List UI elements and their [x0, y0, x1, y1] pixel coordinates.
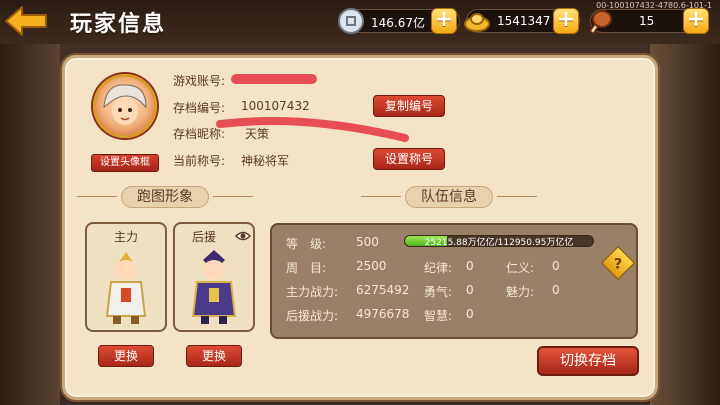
save-id-value: 100107432 — [241, 99, 310, 113]
player-info-panel: 设置头像框 游戏账号: 存档编号: 100107432 复制编号 存档昵称: 天… — [62, 55, 658, 400]
run-image-title: 跑图形象 — [77, 186, 253, 208]
team-info-box: 等 级: 500 25215.88万亿亿/112950.95万亿亿 周 目: 2… — [270, 223, 638, 339]
charm-value: 0 — [552, 283, 560, 297]
top-bar: 玩家信息 00-100107432-4780.6-101-1 146.67亿 +… — [0, 0, 720, 44]
main-character-label: 主力 — [113, 230, 138, 244]
switch-save-button[interactable]: 切换存档 — [537, 346, 639, 376]
avatar-portrait — [103, 84, 147, 125]
support-character-sprite — [191, 250, 237, 324]
redaction-mark — [231, 74, 317, 84]
add-stamina-button[interactable]: + — [683, 8, 709, 34]
back-arrow-icon[interactable] — [4, 5, 48, 37]
support-character-label: 后援 — [191, 230, 216, 244]
add-gold-button[interactable]: + — [553, 8, 579, 34]
add-silver-button[interactable]: + — [431, 8, 457, 34]
stamina-value: 15 — [639, 14, 655, 28]
silver-coin-icon — [338, 8, 364, 34]
help-icon: ? — [613, 256, 623, 273]
player-avatar[interactable] — [93, 74, 157, 138]
main-power-value: 6275492 — [356, 283, 410, 297]
resource-gold: 1541347 + — [464, 8, 580, 34]
charm-label: 魅力: — [506, 285, 535, 299]
xp-bar: 25215.88万亿亿/112950.95万亿亿 — [404, 235, 594, 247]
level-label: 等 级: — [286, 237, 327, 251]
silver-value: 146.67亿 — [371, 16, 425, 30]
swap-main-button[interactable]: 更换 — [98, 345, 154, 367]
support-power-value: 4976678 — [356, 307, 410, 321]
main-power-label: 主力战力: — [286, 285, 339, 299]
main-character-sprite — [105, 252, 147, 324]
set-avatar-frame-button[interactable]: 设置头像框 — [91, 154, 159, 172]
redaction-stroke — [216, 117, 409, 142]
support-power-label: 后援战力: — [286, 309, 339, 323]
wisdom-value: 0 — [466, 307, 474, 321]
team-info-title: 队伍信息 — [361, 186, 537, 208]
discipline-label: 纪律: — [424, 261, 453, 275]
title-label: 当前称号: — [173, 154, 226, 168]
title-value: 神秘将军 — [241, 154, 290, 168]
round-label: 周 目: — [286, 261, 327, 275]
account-label: 游戏账号: — [173, 74, 226, 88]
copy-id-button[interactable]: 复制编号 — [373, 95, 445, 117]
eye-icon[interactable] — [235, 230, 251, 242]
drumstick-icon — [589, 10, 612, 35]
support-character-card[interactable]: 后援 — [173, 222, 255, 332]
wisdom-label: 智慧: — [424, 309, 453, 323]
swap-support-button[interactable]: 更换 — [186, 345, 242, 367]
benevolence-label: 仁义: — [506, 261, 535, 275]
resource-stamina: 15 + — [589, 8, 709, 35]
gold-ingot-icon — [464, 13, 490, 32]
background-left — [0, 40, 60, 405]
xp-text: 25215.88万亿亿/112950.95万亿亿 — [424, 238, 574, 247]
round-value: 2500 — [356, 259, 387, 273]
background-right — [650, 40, 720, 405]
level-value: 500 — [356, 235, 379, 249]
save-id-label: 存档编号: — [173, 101, 226, 115]
benevolence-value: 0 — [552, 259, 560, 273]
courage-label: 勇气: — [424, 285, 453, 299]
help-button[interactable]: ? — [601, 246, 635, 280]
set-title-button[interactable]: 设置称号 — [373, 148, 445, 170]
resource-silver: 146.67亿 + — [338, 8, 460, 34]
courage-value: 0 — [466, 283, 474, 297]
main-character-card[interactable]: 主力 — [85, 222, 167, 332]
discipline-value: 0 — [466, 259, 474, 273]
gold-value: 1541347 — [497, 14, 551, 28]
page-title: 玩家信息 — [70, 12, 167, 37]
